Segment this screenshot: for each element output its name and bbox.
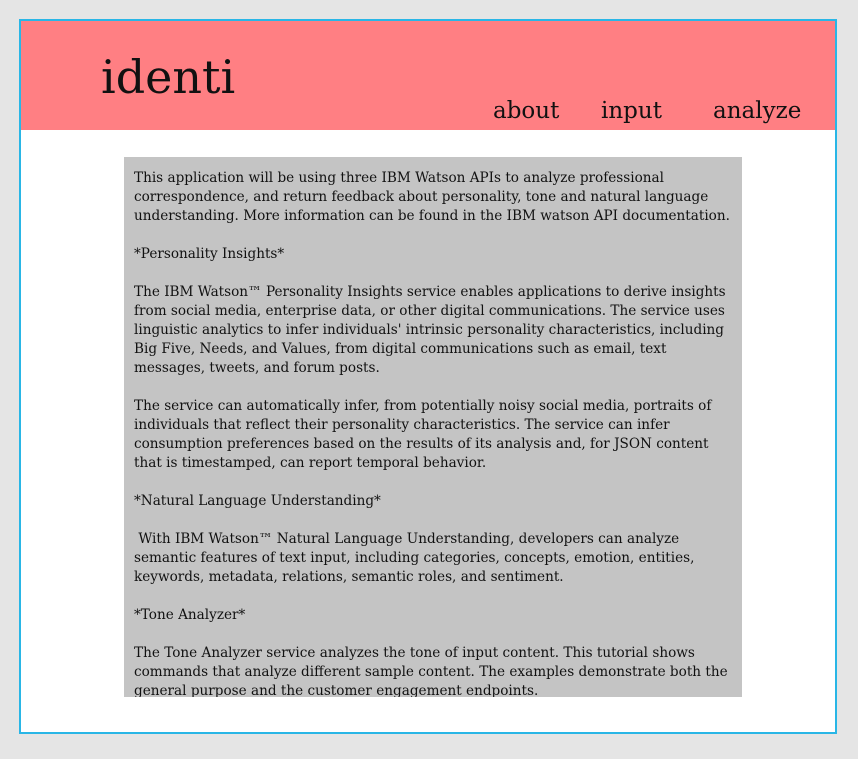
section-heading-personality-insights: *Personality Insights* xyxy=(134,246,285,262)
nav-link-input[interactable]: input xyxy=(601,95,662,127)
header-bar: identi about input analyze xyxy=(21,21,835,130)
nav-link-about[interactable]: about xyxy=(493,95,559,127)
logo[interactable]: identi xyxy=(101,47,235,107)
about-content-panel: This application will be using three IBM… xyxy=(124,157,742,697)
nav-link-analyze[interactable]: analyze xyxy=(713,95,801,127)
personality-insights-paragraph-2: The service can automatically infer, fro… xyxy=(134,398,716,471)
section-heading-natural-language-understanding: *Natural Language Understanding* xyxy=(134,493,381,509)
natural-language-understanding-paragraph: With IBM Watson™ Natural Language Unders… xyxy=(134,531,699,585)
personality-insights-paragraph: The IBM Watson™ Personality Insights ser… xyxy=(134,284,730,376)
app-frame: identi about input analyze This applicat… xyxy=(19,19,837,734)
tone-analyzer-paragraph: The Tone Analyzer service analyzes the t… xyxy=(134,645,732,697)
section-heading-tone-analyzer: *Tone Analyzer* xyxy=(134,607,246,623)
intro-paragraph: This application will be using three IBM… xyxy=(134,170,730,224)
